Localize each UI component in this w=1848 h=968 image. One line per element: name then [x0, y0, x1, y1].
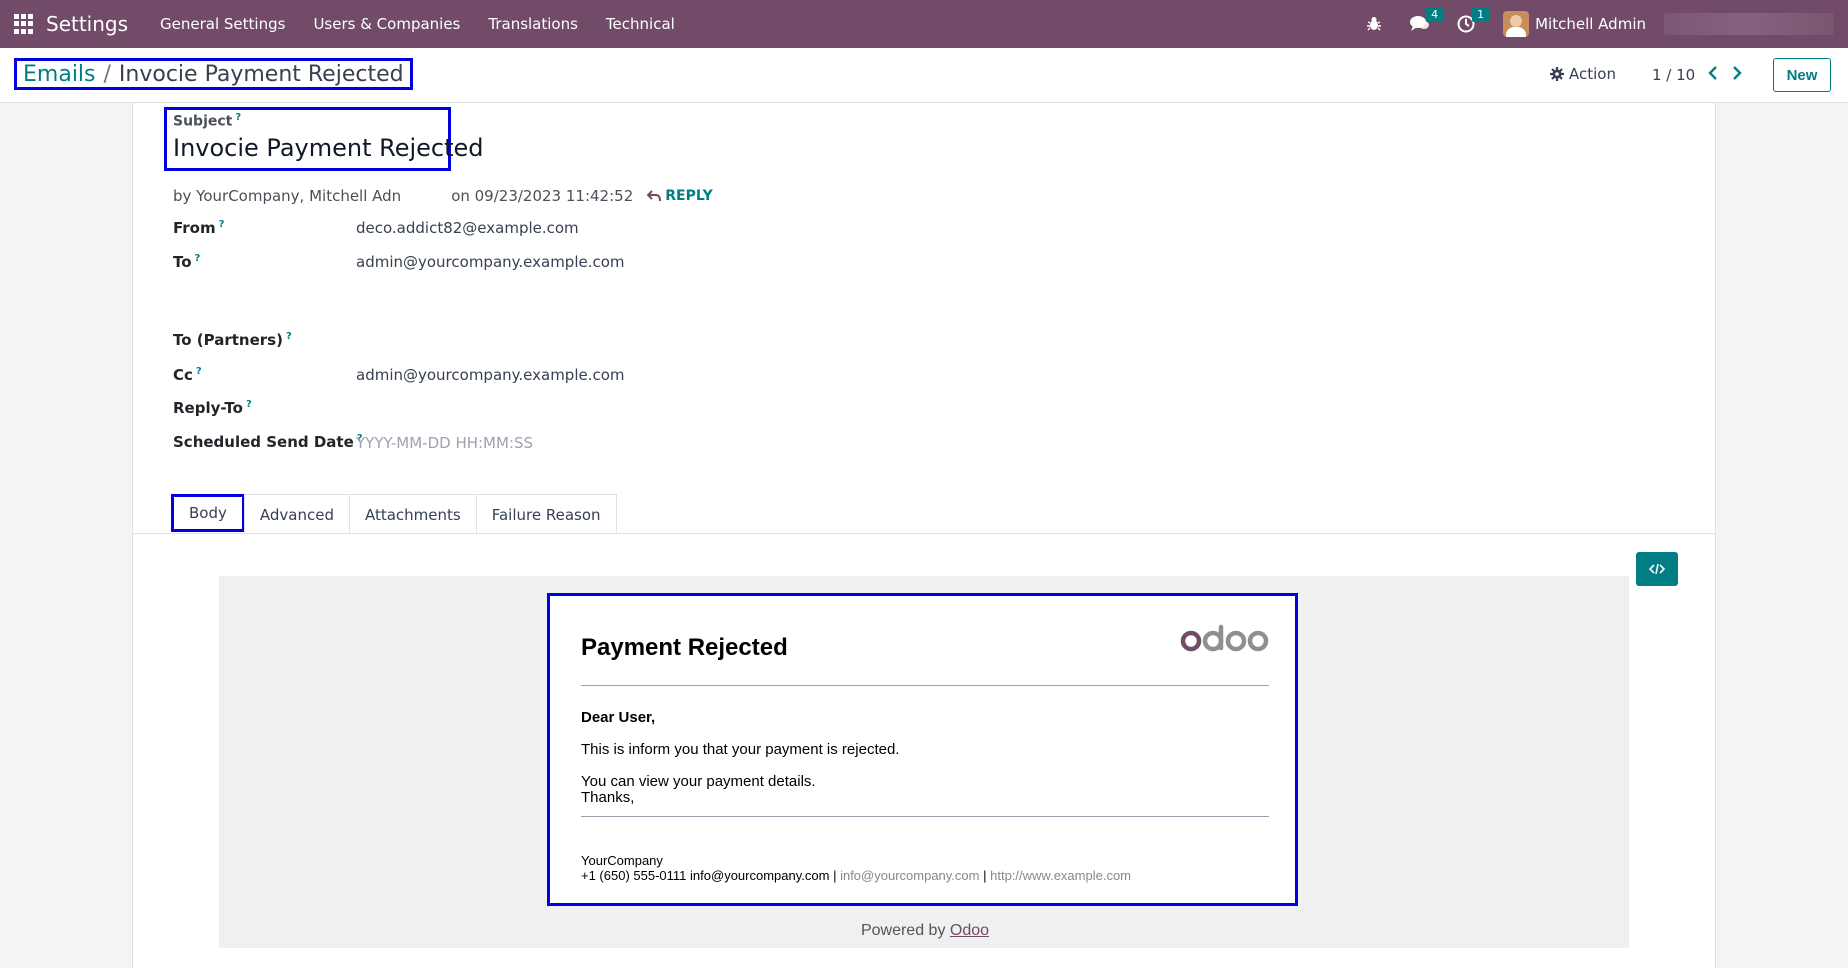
- main-menu: General Settings Users & Companies Trans…: [146, 15, 689, 33]
- to-partners-field[interactable]: [356, 331, 756, 351]
- email-header-divider: [581, 685, 1269, 686]
- control-panel: Emails / Invocie Payment Rejected Action…: [0, 48, 1848, 103]
- breadcrumb: Emails / Invocie Payment Rejected: [14, 58, 413, 90]
- email-footer-company: YourCompany: [581, 853, 663, 868]
- powered-by-footer: Powered by Odoo: [133, 922, 1717, 940]
- subject-label-text: Subject: [173, 113, 233, 130]
- to-partners-help-icon[interactable]: ?: [286, 331, 292, 342]
- powered-by-odoo-link[interactable]: Odoo: [950, 922, 989, 939]
- scheduled-date-label-text: Scheduled Send Date: [173, 433, 354, 451]
- pager-next-icon[interactable]: [1728, 63, 1746, 83]
- gear-icon: [1550, 67, 1564, 81]
- author-text: by YourCompany, Mitchell Adn: [173, 187, 402, 205]
- reply-to-label: Reply-To?: [173, 399, 252, 417]
- systray: 4 1 Mitchell Admin: [1351, 0, 1848, 48]
- menu-translations[interactable]: Translations: [474, 15, 592, 33]
- odoo-logo-icon: [1180, 624, 1269, 652]
- footer-email-link[interactable]: info@yourcompany.com: [840, 868, 979, 883]
- reply-to-help-icon[interactable]: ?: [246, 399, 252, 410]
- notebook-tabs: Body Advanced Attachments Failure Reason: [171, 494, 617, 534]
- action-menu-button[interactable]: Action: [1550, 65, 1616, 83]
- messages-chat-icon[interactable]: 4: [1409, 7, 1444, 35]
- cc-label-text: Cc: [173, 366, 193, 384]
- top-navbar: Settings General Settings Users & Compan…: [0, 0, 1848, 48]
- powered-by-text: Powered by: [860, 922, 946, 939]
- from-help-icon[interactable]: ?: [219, 219, 225, 230]
- menu-general-settings[interactable]: General Settings: [146, 15, 299, 33]
- footer-separator-2: |: [983, 868, 987, 883]
- to-partners-label-text: To (Partners): [173, 331, 283, 349]
- tab-divider: [133, 533, 1715, 534]
- breadcrumb-separator: /: [103, 61, 111, 87]
- tab-attachments[interactable]: Attachments: [348, 494, 477, 534]
- blurred-company-switcher: [1664, 13, 1834, 35]
- tab-failure-reason[interactable]: Failure Reason: [475, 494, 617, 534]
- app-title[interactable]: Settings: [46, 12, 128, 36]
- to-partners-label: To (Partners)?: [173, 331, 292, 349]
- user-avatar: [1503, 11, 1530, 37]
- apps-grid-icon[interactable]: [14, 14, 34, 34]
- user-menu[interactable]: Mitchell Admin: [1503, 11, 1646, 37]
- new-button[interactable]: New: [1773, 58, 1831, 92]
- email-body-card[interactable]: Payment Rejected Dear User, This is info…: [547, 593, 1298, 906]
- code-view-button[interactable]: [1636, 552, 1678, 586]
- reply-label: REPLY: [665, 188, 713, 204]
- cc-label: Cc?: [173, 366, 202, 384]
- reply-to-field[interactable]: [356, 399, 756, 419]
- subject-field: Subject? Invocie Payment Rejected: [164, 107, 484, 171]
- to-label: To?: [173, 253, 200, 271]
- email-line-2: You can view your payment details.: [581, 773, 816, 790]
- from-label-text: From: [173, 219, 216, 237]
- email-line-1: This is inform you that your payment is …: [581, 741, 900, 758]
- subject-value[interactable]: Invocie Payment Rejected: [173, 134, 484, 162]
- message-meta: by YourCompany, Mitchell Adn on 09/23/20…: [173, 187, 713, 205]
- scheduled-date-label: Scheduled Send Date?: [173, 433, 363, 451]
- reply-to-label-text: Reply-To: [173, 399, 243, 417]
- subject-label: Subject?: [173, 112, 442, 130]
- reply-arrow-icon: [647, 190, 662, 202]
- breadcrumb-current: Invocie Payment Rejected: [118, 61, 404, 87]
- scheduled-date-input[interactable]: YYYY-MM-DD HH:MM:SS: [356, 434, 533, 452]
- reply-link[interactable]: REPLY: [647, 188, 713, 204]
- pager-previous-icon[interactable]: [1704, 63, 1722, 83]
- cc-field[interactable]: admin@yourcompany.example.com: [356, 366, 625, 384]
- menu-technical[interactable]: Technical: [592, 15, 689, 33]
- from-field[interactable]: deco.addict82@example.com: [356, 219, 579, 237]
- to-help-icon[interactable]: ?: [195, 253, 201, 264]
- breadcrumb-emails-link[interactable]: Emails: [23, 62, 96, 87]
- email-thanks: Thanks,: [581, 789, 635, 806]
- footer-email-plain: info@yourcompany.com: [690, 868, 830, 883]
- to-label-text: To: [173, 253, 192, 271]
- user-name: Mitchell Admin: [1535, 15, 1646, 33]
- messages-count-badge: 4: [1426, 7, 1444, 22]
- date-text: on 09/23/2023 11:42:52: [451, 187, 634, 205]
- email-footer-contact: +1 (650) 555-0111 info@yourcompany.com |…: [581, 868, 1131, 883]
- pager-value[interactable]: 1 / 10: [1652, 66, 1695, 84]
- activities-clock-icon[interactable]: 1: [1455, 7, 1490, 35]
- tab-advanced[interactable]: Advanced: [243, 494, 350, 534]
- tab-body[interactable]: Body: [171, 494, 245, 532]
- subject-help-icon[interactable]: ?: [235, 112, 241, 123]
- form-sheet: Subject? Invocie Payment Rejected by You…: [132, 103, 1716, 968]
- footer-separator-1: |: [833, 868, 837, 883]
- code-icon: [1649, 563, 1665, 575]
- action-label: Action: [1569, 65, 1616, 83]
- activities-count-badge: 1: [1472, 7, 1490, 22]
- footer-website-link[interactable]: http://www.example.com: [990, 868, 1131, 883]
- email-footer-divider: [581, 816, 1269, 817]
- from-label: From?: [173, 219, 224, 237]
- menu-users-companies[interactable]: Users & Companies: [299, 15, 474, 33]
- cc-help-icon[interactable]: ?: [196, 366, 202, 377]
- to-field[interactable]: admin@yourcompany.example.com: [356, 253, 625, 271]
- email-title: Payment Rejected: [581, 634, 788, 661]
- footer-phone: +1 (650) 555-0111: [581, 868, 687, 883]
- debug-bug-icon[interactable]: [1363, 13, 1385, 35]
- email-greeting: Dear User,: [581, 709, 656, 726]
